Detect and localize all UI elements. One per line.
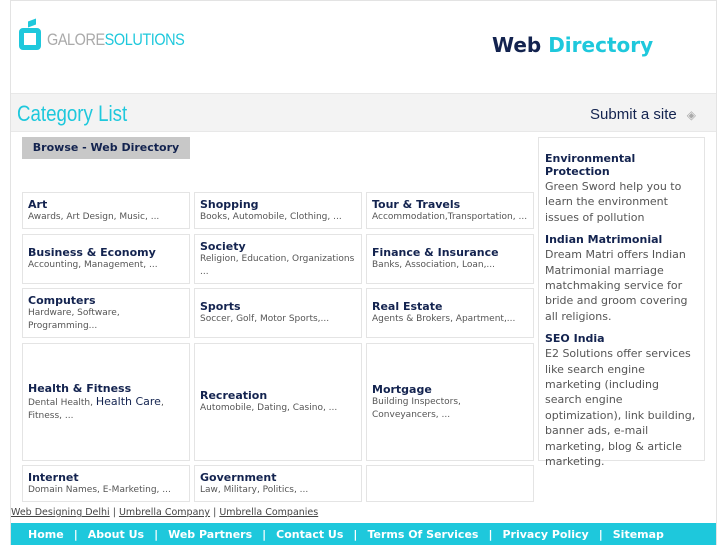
category-name[interactable]: Health & Fitness xyxy=(28,382,184,395)
category-name[interactable]: Art xyxy=(28,198,184,211)
category-bar: Category List Submit a site ◈ xyxy=(11,93,716,132)
browse-tab[interactable]: Browse - Web Directory xyxy=(22,137,190,159)
logo[interactable]: GALORESOLUTIONS xyxy=(19,28,209,50)
nav-web-partners[interactable]: Web Partners xyxy=(168,528,252,541)
sidebar-item-title[interactable]: Indian Matrimonial xyxy=(545,233,698,246)
category-subcategories: Hardware, Software, Programming... xyxy=(28,307,120,331)
site-title: Web Directory xyxy=(492,33,654,57)
category-cell: Art Awards, Art Design, Music, ... xyxy=(22,192,190,229)
category-cell: Health & Fitness Dental Health, Health Ca… xyxy=(22,343,190,461)
category-cell: Government Law, Military, Politics, ... xyxy=(194,465,362,502)
category-name[interactable]: Recreation xyxy=(200,389,356,402)
nav-home[interactable]: Home xyxy=(28,528,64,541)
submit-site-link[interactable]: Submit a site ◈ xyxy=(590,106,696,123)
nav-contact-us[interactable]: Contact Us xyxy=(276,528,343,541)
category-name[interactable]: Real Estate xyxy=(372,300,528,313)
category-desc-part: Dental Health, xyxy=(28,397,96,408)
sidebar-item-text: Dream Matri offers Indian Matrimonial ma… xyxy=(545,248,688,323)
category-cell: Business & Economy Accounting, Management… xyxy=(22,234,190,284)
sidebar-item: Environmental Protection Green Sword help… xyxy=(545,152,698,225)
sponsored-sidebar: Environmental Protection Green Sword help… xyxy=(538,137,705,468)
category-name[interactable]: Tour & Travels xyxy=(372,198,528,211)
category-cell: Recreation Automobile, Dating, Casino, ..… xyxy=(194,343,362,461)
category-subcategories: Law, Military, Politics, ... xyxy=(200,484,309,495)
category-name[interactable]: Business & Economy xyxy=(28,246,184,259)
category-subcategories: Dental Health, Health Care, Fitness, ... xyxy=(28,395,184,423)
sidebar-item-text: E2 Solutions offer services like search … xyxy=(545,347,696,469)
nav-about-us[interactable]: About Us xyxy=(88,528,144,541)
sidebar-item-title[interactable]: Environmental Protection xyxy=(545,152,698,178)
empty-cell xyxy=(366,465,534,502)
category-name[interactable]: Government xyxy=(200,471,356,484)
nav-terms[interactable]: Terms Of Services xyxy=(367,528,478,541)
category-subcategories: Accommodation,Transportation, ... xyxy=(372,211,528,222)
category-subcategories: Accounting, Management, ... xyxy=(28,260,158,270)
sidebar-item-text: Green Sword help you to learn the enviro… xyxy=(545,180,682,224)
category-name[interactable]: Society xyxy=(200,240,356,253)
nav-sitemap[interactable]: Sitemap xyxy=(613,528,664,541)
logo-text-a: GALORE xyxy=(47,30,105,49)
sidebar-item: Indian Matrimonial Dream Matri offers Ind… xyxy=(545,233,698,324)
category-cell: Shopping Books, Automobile, Clothing, ... xyxy=(194,192,362,229)
logo-text-b: SOLUTIONS xyxy=(104,30,185,49)
category-subcategories: Building Inspectors, Conveyancers, ... xyxy=(372,396,461,420)
category-subcategories: Automobile, Dating, Casino, ... xyxy=(200,403,338,413)
sidebar-item-title[interactable]: SEO India xyxy=(545,332,698,345)
category-cell: Finance & Insurance Banks, Association, L… xyxy=(366,234,534,284)
logo-icon xyxy=(19,28,41,50)
diamond-arrow-icon: ◈ xyxy=(686,107,696,122)
category-name[interactable]: Computers xyxy=(28,294,184,307)
category-name[interactable]: Finance & Insurance xyxy=(372,246,528,259)
nav-privacy[interactable]: Privacy Policy xyxy=(502,528,588,541)
category-cell: Computers Hardware, Software, Programming… xyxy=(22,288,190,338)
footer-links: Web Designing Delhi | Umbrella Company |… xyxy=(11,507,319,518)
category-cell: Society Religion, Education, Organization… xyxy=(194,234,362,284)
page-title: Category List xyxy=(17,101,128,126)
category-subcategories: Agents & Brokers, Apartment,... xyxy=(372,314,516,324)
category-subcategories: Domain Names, E-Marketing, ... xyxy=(28,484,171,495)
category-subcategories: Soccer, Golf, Motor Sports,... xyxy=(200,314,330,324)
footer-nav: Home | About Us | Web Partners | Contact Us… xyxy=(11,523,716,545)
category-cell: Real Estate Agents & Brokers, Apartment,.… xyxy=(366,288,534,338)
category-name[interactable]: Sports xyxy=(200,300,356,313)
link-umbrella-companies[interactable]: Umbrella Companies xyxy=(219,507,318,518)
category-cell: Mortgage Building Inspectors, Conveyancer… xyxy=(366,343,534,461)
link-umbrella-company[interactable]: Umbrella Company xyxy=(119,507,210,518)
category-subcategories: Awards, Art Design, Music, ... xyxy=(28,211,160,222)
category-name[interactable]: Internet xyxy=(28,471,184,484)
category-subcategories: Banks, Association, Loan,... xyxy=(372,260,496,270)
sidebar-item: SEO India E2 Solutions offer services lik… xyxy=(545,332,698,469)
category-subcategories: Religion, Education, Organizations ... xyxy=(200,253,355,277)
category-name[interactable]: Shopping xyxy=(200,198,356,211)
category-name[interactable]: Mortgage xyxy=(372,383,528,396)
category-cell: Tour & Travels Accommodation,Transportati… xyxy=(366,192,534,229)
link-web-designing-delhi[interactable]: Web Designing Delhi xyxy=(11,507,110,518)
health-care-link[interactable]: Health Care xyxy=(96,395,161,408)
category-cell: Sports Soccer, Golf, Motor Sports,... xyxy=(194,288,362,338)
category-cell: Internet Domain Names, E-Marketing, ... xyxy=(22,465,190,502)
category-subcategories: Books, Automobile, Clothing, ... xyxy=(200,211,342,222)
